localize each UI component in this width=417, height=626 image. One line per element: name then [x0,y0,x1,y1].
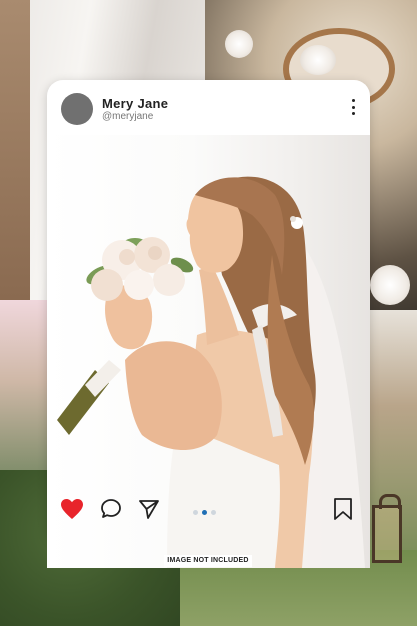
background-flower [370,265,410,305]
carousel-dot[interactable] [211,510,216,515]
send-icon[interactable] [138,498,160,520]
background-flower [225,30,253,58]
carousel-dot-active[interactable] [202,510,207,515]
comment-icon[interactable] [100,498,122,520]
image-not-included-label: IMAGE NOT INCLUDED [164,555,252,567]
avatar[interactable] [61,93,93,125]
bookmark-icon[interactable] [333,497,353,521]
carousel-indicator [193,510,216,515]
background-lantern [372,494,402,563]
action-bar [47,493,370,529]
post-card: Mery Jane @meryjane [47,80,370,568]
background-flower [300,45,336,75]
heart-icon[interactable] [60,498,84,520]
more-vertical-icon[interactable] [344,96,362,118]
display-name[interactable]: Mery Jane [102,96,168,111]
username[interactable]: @meryjane [102,111,153,122]
carousel-dot[interactable] [193,510,198,515]
background-wall [0,0,30,300]
